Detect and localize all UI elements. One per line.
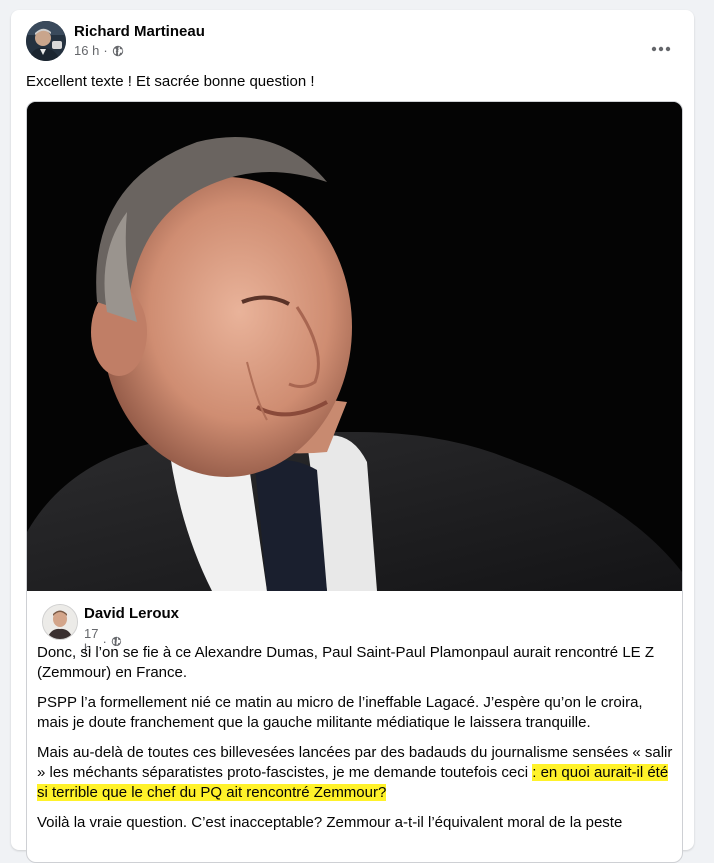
portrait-photo xyxy=(27,102,682,591)
shared-post-body: Donc, si l’on se fie à ce Alexandre Duma… xyxy=(37,643,677,843)
shared-post-photo[interactable] xyxy=(27,102,682,591)
shared-paragraph-1: Donc, si l’on se fie à ce Alexandre Duma… xyxy=(37,644,654,681)
meta-separator: · xyxy=(103,43,108,58)
shared-author-avatar-image xyxy=(43,605,77,639)
more-options-button[interactable] xyxy=(643,31,679,67)
post-header: Richard Martineau 16 h · xyxy=(26,21,679,63)
shared-post-header: David Leroux 17 h · xyxy=(42,604,642,656)
shared-paragraph-2: PSPP l’a formellement nié ce matin au mi… xyxy=(37,694,643,731)
shared-paragraph-4: Voilà la vraie question. C’est inaccepta… xyxy=(37,814,623,831)
post-meta: 16 h · xyxy=(74,43,124,58)
globe-icon xyxy=(112,45,123,56)
shared-author-avatar[interactable] xyxy=(42,604,78,640)
post-time[interactable]: 16 h xyxy=(74,43,99,58)
author-avatar-image xyxy=(26,21,66,61)
author-avatar[interactable] xyxy=(26,21,66,61)
shared-author-name[interactable]: David Leroux xyxy=(84,605,179,622)
shared-paragraph-3: Mais au-delà de toutes ces billevesées l… xyxy=(37,743,677,803)
more-horizontal-icon xyxy=(651,46,671,52)
post-card: Richard Martineau 16 h · Excellent texte… xyxy=(11,10,694,863)
shared-post[interactable]: David Leroux 17 h · Donc, si l’on se fie… xyxy=(26,101,683,863)
post-text: Excellent texte ! Et sacrée bonne questi… xyxy=(26,73,315,90)
author-name[interactable]: Richard Martineau xyxy=(74,23,205,40)
